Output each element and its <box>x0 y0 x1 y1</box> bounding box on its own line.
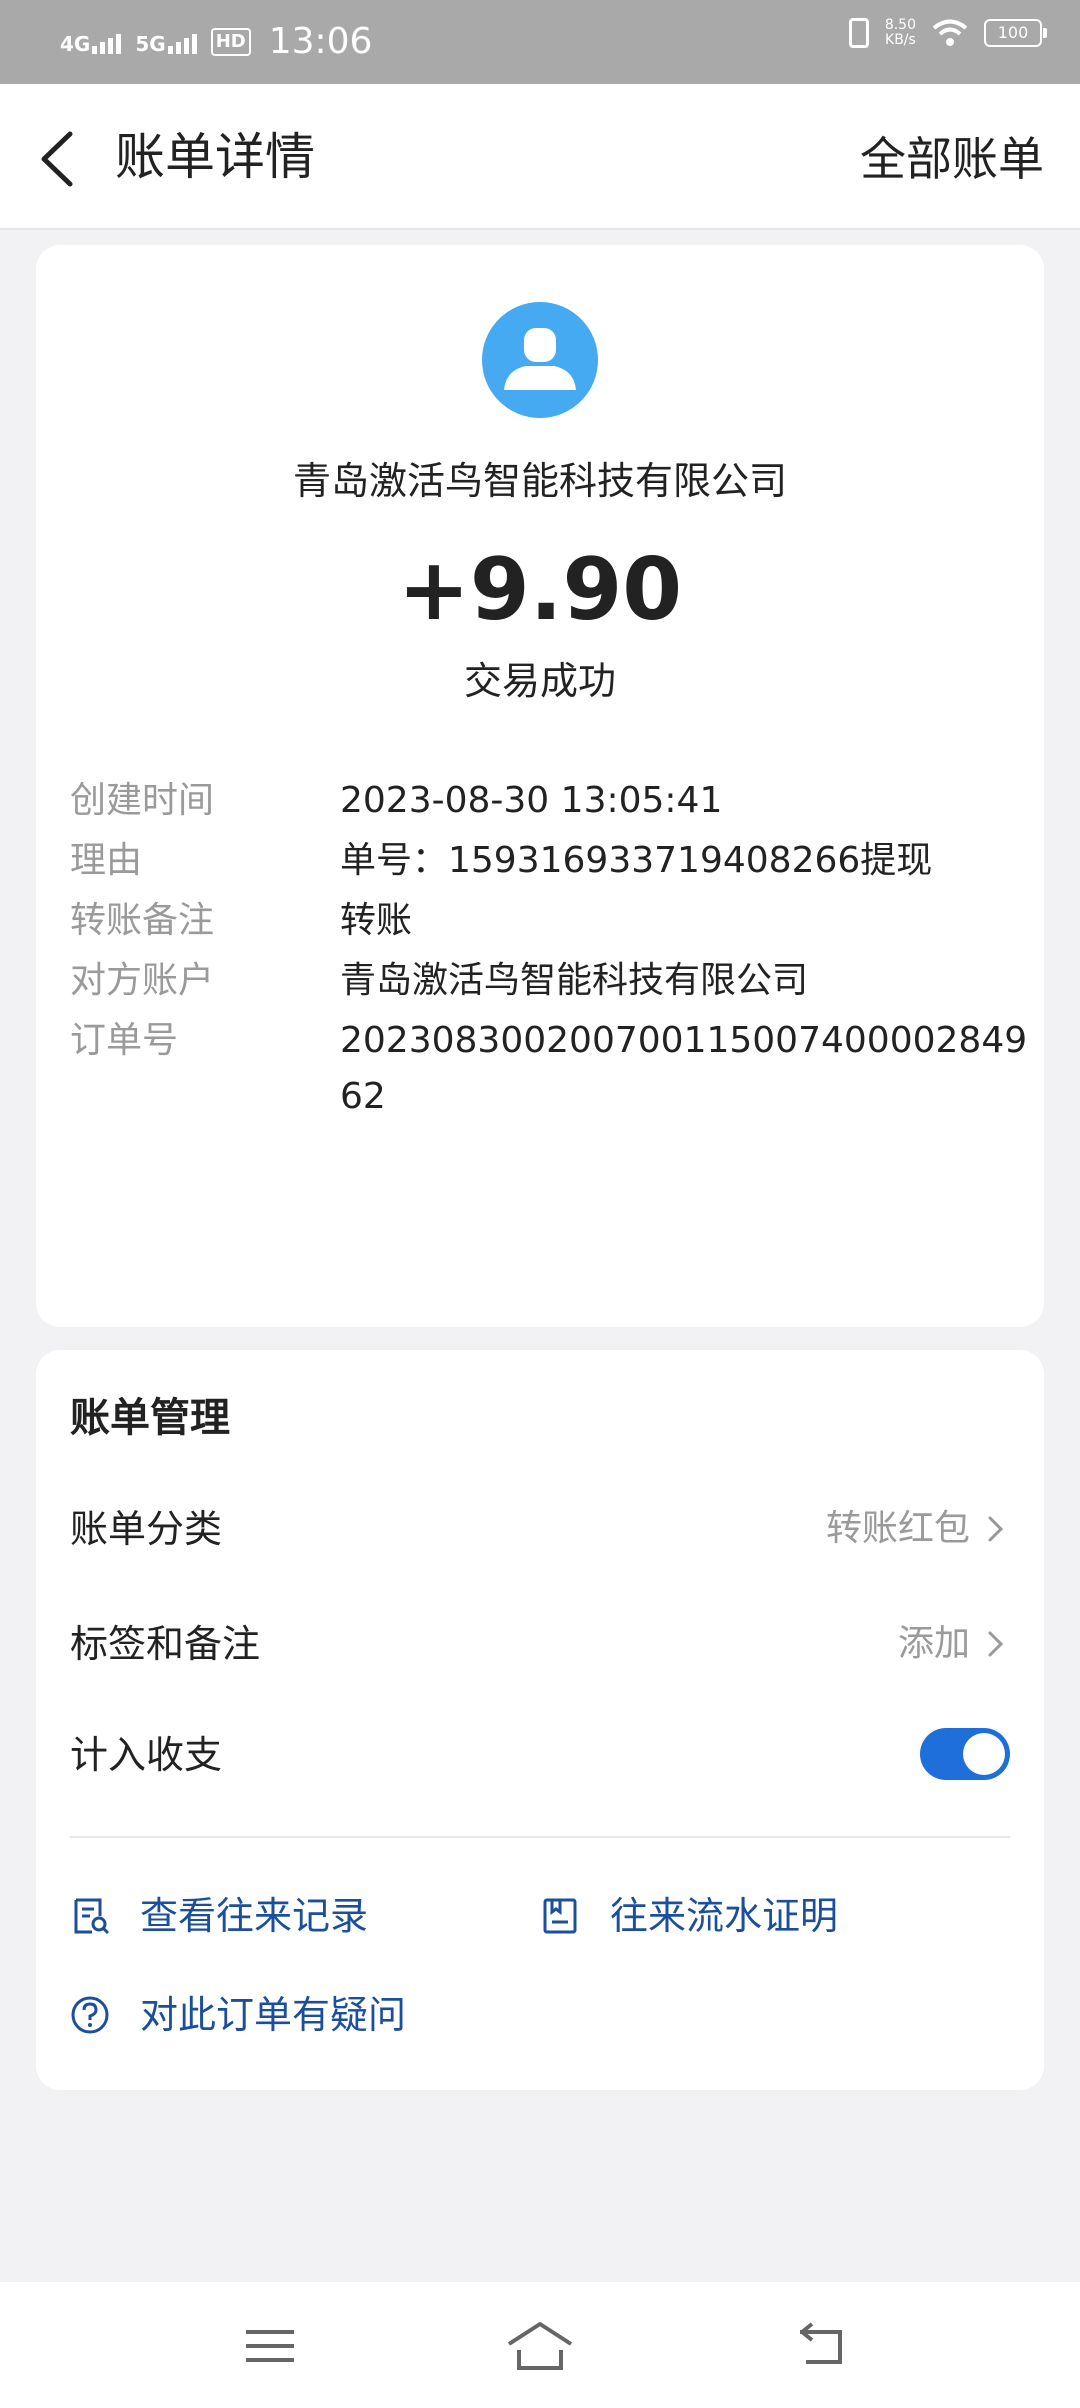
detail-key: 订单号 <box>70 1020 179 1061</box>
detail-key: 转账备注 <box>70 900 215 941</box>
network-type-label: 5G <box>135 32 166 56</box>
return-icon[interactable] <box>794 2318 854 2374</box>
tags-and-notes-row[interactable]: 标签和备注 添加 <box>70 1609 1010 1679</box>
divider <box>70 1836 1010 1838</box>
detail-value[interactable]: 2023083002007001150074000028​4962 <box>340 1013 1030 1125</box>
status-bar: 4G 5G HD 13:06 8.50 KB/s 100 <box>0 0 1080 84</box>
row-label: 计入收支 <box>70 1733 223 1777</box>
detail-key: 创建时间 <box>70 780 215 821</box>
row-label: 标签和备注 <box>70 1622 261 1666</box>
status-left: 4G 5G HD 13:06 <box>60 18 372 66</box>
detail-row-counterparty: 对方账户 青岛激活鸟智能科技有限公司 <box>70 953 1030 1009</box>
wifi-icon <box>932 19 968 46</box>
flow-proof-link[interactable]: 往来流水证明 <box>540 1886 838 1946</box>
avatar-person-icon <box>482 302 598 418</box>
order-question-link[interactable]: 对此订单有疑问 <box>70 1985 406 2045</box>
chevron-right-icon <box>988 1631 1004 1657</box>
home-icon[interactable] <box>505 2318 575 2374</box>
page-title: 账单详情 <box>115 128 315 186</box>
detail-row-reason: 理由 单号：15931693371940826​6提现 <box>70 833 1030 889</box>
battery-icon: 100 <box>984 19 1047 47</box>
all-bills-link[interactable]: 全部账单 <box>860 126 1044 192</box>
include-toggle[interactable] <box>920 1728 1010 1780</box>
toggle-knob <box>963 1733 1005 1775</box>
signal-bars-icon <box>167 30 197 54</box>
detail-value: 单号：15931693371940826​6提现 <box>340 840 933 881</box>
payee-name: 青岛激活鸟智能科技有限公司 <box>292 459 787 503</box>
section-title: 账单管理 <box>70 1395 230 1441</box>
transaction-status: 交易成功 <box>463 659 616 703</box>
include-in-budget-row: 计入收支 <box>70 1720 1010 1790</box>
link-label: 查看往来记录 <box>140 1894 369 1938</box>
network-type-label: 4G <box>60 32 91 56</box>
detail-row-created-time: 创建时间 2023-08-30 13:05:41 <box>70 773 1030 829</box>
transaction-card: 青岛激活鸟智能科技有限公司 +9.90 交易成功 创建时间 2023-08-30… <box>36 245 1044 1327</box>
speed-value: 8.50 <box>884 17 916 33</box>
detail-value: 青岛激活鸟智能科技有限公司 <box>340 960 809 1001</box>
system-nav-bar <box>0 2282 1080 2408</box>
row-value: 转账红包 <box>825 1508 970 1549</box>
bill-management-card: 账单管理 账单分类 转账红包 标签和备注 添加 计入收支 查看往来记录 往来流水… <box>36 1350 1044 2090</box>
signal-bars-icon <box>92 30 122 54</box>
app-header: 账单详情 全部账单 <box>0 84 1080 230</box>
view-records-link[interactable]: 查看往来记录 <box>70 1886 368 1946</box>
row-label: 账单分类 <box>70 1507 223 1551</box>
clock: 13:06 <box>268 21 373 62</box>
signal-4g: 4G <box>60 30 122 56</box>
speed-unit: KB/s <box>885 32 916 48</box>
detail-value: 2023-08-30 13:05:41 <box>340 780 723 821</box>
record-search-icon <box>74 1898 110 1935</box>
signal-5g: 5G <box>135 30 197 56</box>
detail-key: 对方账户 <box>70 960 215 1001</box>
vibrate-icon <box>848 18 869 48</box>
back-arrow-icon[interactable] <box>30 124 90 194</box>
bill-category-row[interactable]: 账单分类 转账红包 <box>70 1494 1010 1564</box>
status-right: 8.50 KB/s 100 <box>848 18 1047 48</box>
link-label: 对此订单有疑问 <box>140 1993 407 2037</box>
chevron-right-icon <box>988 1516 1004 1542</box>
row-value: 添加 <box>897 1623 970 1664</box>
document-icon <box>543 1898 577 1934</box>
menu-icon[interactable] <box>240 2318 300 2374</box>
hd-voice-icon: HD <box>210 28 251 56</box>
detail-value: 转账 <box>340 900 413 941</box>
detail-row-remark: 转账备注 转账 <box>70 893 1030 949</box>
transaction-amount: +9.90 <box>397 540 683 640</box>
question-circle-icon <box>71 1996 109 2034</box>
detail-key: 理由 <box>70 840 143 881</box>
detail-row-order-number: 订单号 2023083002007001150074000028​4962 <box>70 1013 1030 1125</box>
network-speed: 8.50 KB/s <box>885 18 916 48</box>
link-label: 往来流水证明 <box>610 1894 839 1938</box>
